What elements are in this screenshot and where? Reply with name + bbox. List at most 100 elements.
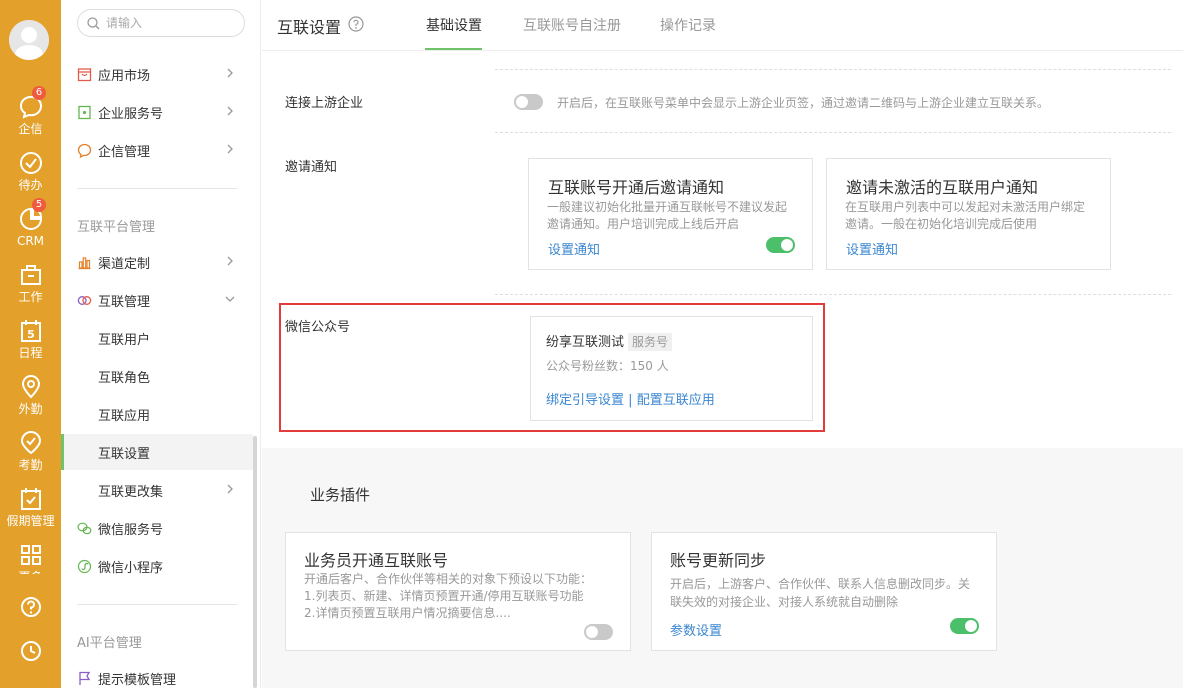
sync-toggle[interactable] xyxy=(950,618,979,634)
rail-item-calendar[interactable]: 5 日程 xyxy=(0,318,61,360)
rail-item-more[interactable]: 更多 xyxy=(0,542,61,574)
nav-label: 企信管理 xyxy=(98,145,151,160)
rail-label: 假期管理 xyxy=(6,514,55,528)
briefcase-icon xyxy=(20,265,41,285)
nav-item-wechat-service[interactable]: 微信服务号 xyxy=(61,510,253,546)
wechat-account-card: 纷享互联测试 服务号 公众号粉丝数：150 人 绑定引导设置 | 配置互联应用 xyxy=(530,316,813,421)
nav-item-prompt-template[interactable]: 提示模板管理 xyxy=(61,660,253,688)
card-desc: 开通后客户、合作伙伴等相关的对象下预设以下功能： xyxy=(304,572,593,586)
rail-label: 日程 xyxy=(18,346,43,360)
chevron-right-icon xyxy=(227,68,233,78)
wechat-label: 微信公众号 xyxy=(285,320,351,335)
card-desc: 开启后，上游客户、合作伙伴、联系人信息删改同步。关 xyxy=(670,577,971,591)
card-desc: 在互联用户列表中可以发起对未激活用户绑定 xyxy=(845,200,1086,214)
tab-operation-log[interactable]: 操作记录 xyxy=(660,15,716,35)
help-button[interactable] xyxy=(0,596,61,622)
attendance-icon xyxy=(20,431,41,455)
main-content: 连接上游企业 开启后，在互联账号菜单中会显示上游企业页签，通过邀请二维码与上游企… xyxy=(262,52,1183,688)
invite-label: 邀请通知 xyxy=(285,160,338,175)
nav-scrollbar[interactable] xyxy=(253,436,257,688)
rail-label: 外勤 xyxy=(18,402,43,416)
nav-item-channel[interactable]: 渠道定制 xyxy=(61,244,253,280)
account-name: 纷享互联测试 xyxy=(546,335,625,350)
config-app-link[interactable]: 配置互联应用 xyxy=(637,393,715,408)
calendar-icon: 5 xyxy=(20,320,41,342)
nav-label: 互联设置 xyxy=(98,447,151,462)
rail-item-attendance[interactable]: 考勤 xyxy=(0,430,61,472)
nav-item-service-account[interactable]: 企业服务号 xyxy=(61,94,253,130)
nav-label: 互联应用 xyxy=(98,409,151,424)
set-notice-link[interactable]: 设置通知 xyxy=(846,239,898,258)
divider xyxy=(495,294,1171,295)
nav-label: 提示模板管理 xyxy=(98,673,177,688)
chevron-right-icon xyxy=(227,144,233,154)
card-desc: 邀请通知。用户培训完成上线后开启 xyxy=(547,217,740,231)
fans-count: 公众号粉丝数：150 人 xyxy=(546,359,669,373)
link-rings-icon xyxy=(77,296,92,305)
nav-subitem-apps[interactable]: 互联应用 xyxy=(61,396,253,432)
help-icon[interactable] xyxy=(348,16,364,32)
rail-label: 考勤 xyxy=(18,458,43,472)
plugin-card-open-account: 业务员开通互联账号 开通后客户、合作伙伴等相关的对象下预设以下功能： 1.列表页… xyxy=(285,532,631,651)
card-desc: 一般建议初始化批量开通互联帐号不建议发起 xyxy=(547,200,788,214)
calendar-day: 5 xyxy=(27,328,35,341)
nav-subitem-roles[interactable]: 互联角色 xyxy=(61,358,253,394)
mini-program-icon xyxy=(77,559,92,574)
chat-badge: 6 xyxy=(32,86,46,100)
rail-item-field[interactable]: 外勤 xyxy=(0,374,61,416)
card-desc: 邀请。一般在初始化培训完成后使用 xyxy=(845,217,1038,231)
invite-notice-toggle[interactable] xyxy=(766,237,795,253)
open-account-toggle[interactable] xyxy=(584,624,613,640)
divider xyxy=(495,69,1171,70)
invite-card-inactive: 邀请未激活的互联用户通知 在互联用户列表中可以发起对未激活用户绑定 邀请。一般在… xyxy=(826,158,1111,270)
nav-item-mini-program[interactable]: 微信小程序 xyxy=(61,548,253,584)
toggle-knob xyxy=(965,620,977,632)
search-input[interactable] xyxy=(106,14,236,32)
nav-label: 互联用户 xyxy=(98,333,151,348)
card-title: 互联账号开通后邀请通知 xyxy=(548,178,725,197)
upstream-toggle[interactable] xyxy=(514,94,543,110)
rail-item-leave[interactable]: 假期管理 xyxy=(0,486,61,528)
rail-label: 更多 xyxy=(0,570,61,574)
nav-item-interconnect[interactable]: 互联管理 xyxy=(61,282,253,318)
card-title: 邀请未激活的互联用户通知 xyxy=(846,178,1039,197)
chevron-right-icon xyxy=(227,106,233,116)
bind-guide-link[interactable]: 绑定引导设置 xyxy=(546,393,624,408)
card-title: 账号更新同步 xyxy=(670,551,767,570)
rail-item-work[interactable]: 工作 xyxy=(0,262,61,304)
rail-label: 工作 xyxy=(18,290,43,304)
card-desc: 联失效的对接企业、对接人系统就自动删除 xyxy=(670,595,899,609)
history-button[interactable] xyxy=(0,640,61,666)
card-desc: 1.列表页、新建、详情页预置开通/停用互联账号功能 xyxy=(304,589,584,603)
tab-self-register[interactable]: 互联账号自注册 xyxy=(523,15,621,35)
nav-search[interactable] xyxy=(77,9,245,37)
nav-label: 微信小程序 xyxy=(98,561,164,576)
active-tab-indicator xyxy=(425,48,482,50)
chevron-down-icon xyxy=(225,296,235,302)
service-account-icon xyxy=(78,105,91,120)
set-notice-link[interactable]: 设置通知 xyxy=(548,239,600,258)
tab-basic-settings[interactable]: 基础设置 xyxy=(426,15,482,35)
wechat-icon xyxy=(77,522,92,535)
nav-label: 互联更改集 xyxy=(98,485,164,500)
nav-group-title: AI平台管理 xyxy=(77,636,142,651)
chat-manage-icon xyxy=(77,143,92,158)
nav-item-app-market[interactable]: 应用市场 xyxy=(61,56,253,92)
param-settings-link[interactable]: 参数设置 xyxy=(670,620,722,639)
nav-subitem-changesets[interactable]: 互联更改集 xyxy=(61,472,253,508)
page-title: 互联设置 xyxy=(277,18,342,37)
rail-item-chat[interactable]: 6 企信 xyxy=(0,86,61,136)
avatar[interactable] xyxy=(9,20,49,60)
nav-label: 应用市场 xyxy=(98,69,151,84)
search-icon xyxy=(87,17,100,30)
toggle-knob xyxy=(781,239,793,251)
card-title: 业务员开通互联账号 xyxy=(304,551,449,570)
rail-item-crm[interactable]: 5 CRM xyxy=(0,198,61,248)
rail-label: CRM xyxy=(16,234,45,248)
plugin-card-sync: 账号更新同步 开启后，上游客户、合作伙伴、联系人信息删改同步。关 联失效的对接企… xyxy=(651,532,997,651)
nav-subitem-users[interactable]: 互联用户 xyxy=(61,320,253,356)
nav-item-chat-manage[interactable]: 企信管理 xyxy=(61,132,253,168)
nav-subitem-settings[interactable]: 互联设置 xyxy=(61,434,253,470)
user-avatar-icon xyxy=(9,20,49,60)
rail-item-todo[interactable]: 待办 xyxy=(0,150,61,192)
